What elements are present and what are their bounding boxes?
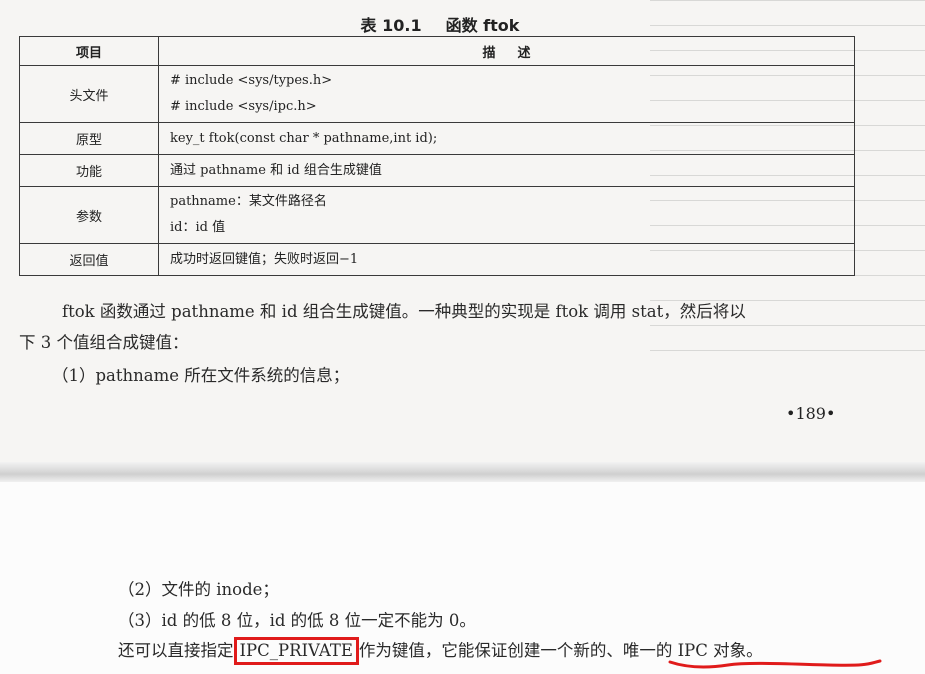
- row-value-return: 成功时返回键值；失败时返回−1: [158, 243, 855, 276]
- list-item-3: （3）id 的低 8 位，id 的低 8 位一定不能为 0。: [118, 611, 476, 630]
- list-item-1: （1）pathname 所在文件系统的信息；: [52, 366, 350, 385]
- row-value-headers: # include <sys/types.h> # include <sys/i…: [158, 65, 855, 123]
- caption-title: 函数 ftok: [445, 16, 520, 35]
- row-value-prototype: key_t ftok(const char * pathname,int id)…: [158, 122, 855, 155]
- table-header-row: 项目 描述: [19, 36, 855, 66]
- header-item: 项目: [19, 36, 159, 66]
- caption-number: 表 10.1: [360, 16, 422, 35]
- value-line: 成功时返回键值；失败时返回−1: [170, 251, 359, 267]
- row-key-headers: 头文件: [19, 65, 159, 123]
- list-item-2: （2）文件的 inode；: [118, 580, 279, 599]
- row-value-function: 通过 pathname 和 id 组合生成键值: [158, 154, 855, 187]
- row-key-prototype: 原型: [19, 122, 159, 155]
- table-row: 原型 key_t ftok(const char * pathname,int …: [19, 122, 855, 155]
- row-key-params: 参数: [19, 186, 159, 244]
- ftok-table: 项目 描述 头文件 # include <sys/types.h> # incl…: [19, 36, 855, 276]
- header-desc: 描述: [158, 36, 855, 66]
- table-row: 参数 pathname：某文件路径名 id：id 值: [19, 186, 855, 244]
- row-value-params: pathname：某文件路径名 id：id 值: [158, 186, 855, 244]
- para1-line2: 下 3 个值组合成键值：: [19, 333, 189, 352]
- row-key-return: 返回值: [19, 243, 159, 276]
- table-caption: 表 10.1 函数 ftok: [0, 12, 880, 36]
- row-key-function: 功能: [19, 154, 159, 187]
- ipc-private-highlight: IPC_PRIVATE: [233, 637, 359, 665]
- para1-line1: ftok 函数通过 pathname 和 id 组合生成键值。一种典型的实现是 …: [62, 302, 746, 321]
- top-page: 表 10.1 函数 ftok 项目 描述 头文件 # include <sys/t…: [0, 0, 925, 462]
- page-divider: [0, 462, 925, 482]
- closing-sentence: 还可以直接指定 IPC_PRIVATE 作为键值，它能保证创建一个新的、唯一的 IP…: [118, 637, 763, 665]
- value-line: id：id 值: [170, 220, 226, 235]
- red-underline-annotation: [668, 659, 882, 669]
- value-line: 通过 pathname 和 id 组合生成键值: [170, 162, 382, 178]
- sentence-prefix: 还可以直接指定: [118, 641, 234, 660]
- value-line: # include <sys/types.h>: [170, 73, 333, 88]
- value-line: pathname：某文件路径名: [170, 194, 327, 209]
- table-row: 功能 通过 pathname 和 id 组合生成键值: [19, 154, 855, 187]
- value-line: # include <sys/ipc.h>: [170, 99, 317, 114]
- table-row: 头文件 # include <sys/types.h> # include <s…: [19, 65, 855, 123]
- value-line: key_t ftok(const char * pathname,int id)…: [170, 130, 438, 146]
- header-desc-text: 描述: [482, 45, 553, 61]
- page-number: •189•: [786, 404, 836, 423]
- table-row: 返回值 成功时返回键值；失败时返回−1: [19, 243, 855, 276]
